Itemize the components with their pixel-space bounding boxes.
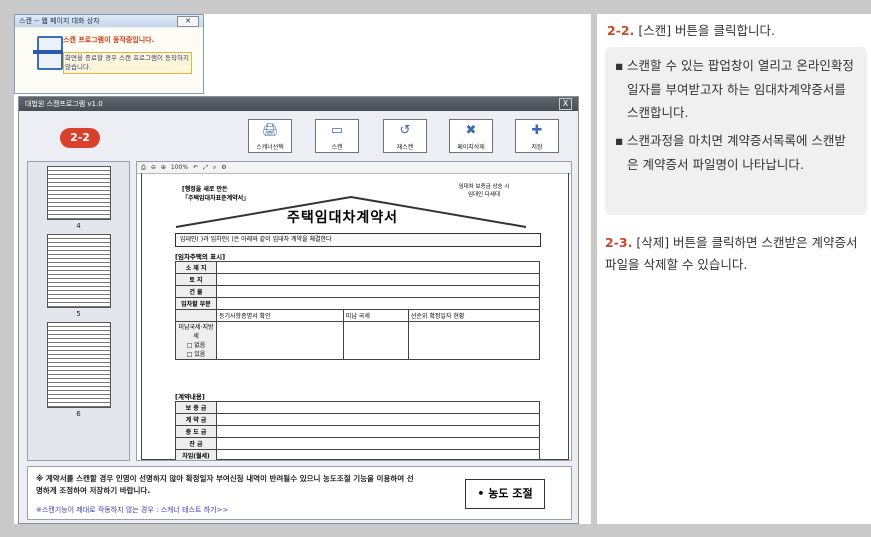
step-2-3-paragraph: 2-3. [삭제] 버튼을 클릭하면 스캔받은 계약증서 파일을 삭제할 수 있… (605, 232, 869, 276)
doc-section-title: [계약내용] (175, 393, 205, 401)
scan-button[interactable]: ▭ 스캔 (315, 119, 359, 153)
bullet-dot-icon: ▪ (615, 58, 624, 73)
popup-titlebar: 스캔 -- 웹 페이지 대화 상자 ✕ (15, 15, 203, 27)
toolbar-label: 페이지삭제 (457, 144, 485, 151)
zoom-out-icon[interactable]: ⊖ (151, 164, 156, 171)
document-preview[interactable]: ⎙ ⊖ ⊕ 100% ↶ ⤢ ⌕ ⚙ [행정을 새로 만든 「주택임대차표준계약… (136, 161, 572, 461)
thumbnail-number: 5 (76, 310, 81, 318)
density-adjust-button[interactable]: • 농도 조절 (465, 479, 545, 509)
window-close-button[interactable]: X (559, 98, 572, 110)
doc-section-title: [임차주택의 표시] (175, 253, 226, 261)
step-number: 2-2. (607, 23, 635, 38)
zoom-in-icon[interactable]: ⊕ (161, 164, 166, 171)
doc-title: 주택임대차계약서 (287, 210, 399, 226)
toolbar-label: 재스캔 (396, 144, 414, 151)
step-2-2-heading: 2-2. [스캔] 버튼을 클릭합니다. (607, 20, 775, 39)
notice-panel: ※ 계약서를 스캔할 경우 인영이 선명하지 않아 확정일자 부여신청 내역이 … (27, 466, 572, 520)
save-icon: ✚ (531, 123, 543, 138)
instruction-panel: 2-2. [스캔] 버튼을 클릭합니다. ▪ 스캔할 수 있는 팝업창이 열리고… (597, 14, 871, 524)
step-text: [삭제] 버튼을 클릭하면 스캔받은 계약증서 파일을 삭제할 수 있습니다. (605, 235, 858, 272)
page-thumbnail[interactable] (46, 234, 111, 308)
bullet-item: ▪ 스캔할 수 있는 팝업창이 열리고 온라인확정일자를 부여받고자 하는 임대… (615, 54, 857, 125)
fit-icon[interactable]: ⤢ (203, 164, 208, 172)
scanner-test-link[interactable]: ※스캔기능이 제대로 작동하지 않는 경우 : 스캐너 테스트 하기>> (36, 505, 228, 515)
save-button[interactable]: ✚ 저장 (515, 119, 559, 153)
zoom-level[interactable]: 100% (171, 164, 188, 171)
toolbar-label: 스캐너선택 (256, 144, 284, 151)
page-thumbnail-list[interactable]: 4 5 6 (27, 161, 130, 461)
page-delete-button[interactable]: ✖ 페이지삭제 (449, 119, 493, 153)
popup-warning-text: 화면을 종료할 경우 스캔 프로그램이 동작하지 않습니다. (63, 52, 192, 74)
thumbnail-number: 6 (76, 410, 81, 418)
step-number: 2-3. (605, 235, 633, 250)
scanner-select-icon: 🖨 (262, 123, 279, 138)
settings-icon[interactable]: ⚙ (221, 164, 226, 171)
bullet-item: ▪ 스캔과정을 마치면 계약증서목록에 스캔받은 계약증서 파일명이 나타납니다… (615, 129, 857, 176)
step-text: [스캔] 버튼을 클릭합니다. (638, 23, 776, 38)
rescan-button[interactable]: ↺ 재스캔 (383, 119, 427, 153)
scan-program-window: 대법원 스캔프로그램 v1.0 X 2-2 🖨 스캐너선택 ▭ 스캔 ↺ 재스캔… (18, 96, 579, 524)
popup-title: 스캔 -- 웹 페이지 대화 상자 (19, 17, 100, 25)
scan-icon: ▭ (330, 123, 344, 138)
contract-terms-table: 보 증 금 계 약 금 중 도 금 잔 금 차임(월세) (175, 401, 540, 460)
popup-status-text: 스캔 프로그램이 동작중입니다. (63, 36, 155, 44)
toolbar-label: 스캔 (331, 144, 343, 151)
page-thumbnail[interactable] (46, 322, 111, 408)
contract-document: [행정을 새로 만든 「주택임대차표준계약서」 임대차 보증금 상승 시 임대인… (141, 173, 569, 460)
bullet-box: ▪ 스캔할 수 있는 팝업창이 열리고 온라인확정일자를 부여받고자 하는 임대… (605, 47, 867, 215)
rescan-icon: ↺ (399, 123, 411, 138)
toolbar-label: 저장 (531, 144, 543, 151)
page-thumbnail[interactable] (46, 166, 111, 220)
popup-body: 스캔 프로그램이 동작중입니다. 화면을 종료할 경우 스캔 프로그램이 동작하… (15, 28, 203, 93)
notice-text: ※ 계약서를 스캔할 경우 인영이 선명하지 않아 확정일자 부여신청 내역이 … (36, 474, 414, 495)
scan-popup-dialog: 스캔 -- 웹 페이지 대화 상자 ✕ 스캔 프로그램이 동작중입니다. 화면을… (14, 14, 204, 94)
window-titlebar: 대법원 스캔프로그램 v1.0 X (19, 97, 578, 111)
print-icon[interactable]: ⎙ (141, 164, 146, 172)
doc-stamp: 임대차 보증금 상승 시 임대인 다세대 (458, 184, 510, 198)
thumbnail-number: 4 (76, 222, 81, 230)
scanner-select-button[interactable]: 🖨 스캐너선택 (248, 119, 292, 153)
bullet-dot-icon: ▪ (615, 133, 624, 148)
property-table: 소 재 지 토 지 건 물 임차할 부분 등기사항증명서 확인 미납 국세 선순위 … (175, 261, 541, 360)
window-title: 대법원 스캔프로그램 v1.0 (25, 100, 103, 108)
rotate-icon[interactable]: ↶ (193, 164, 198, 171)
scanner-icon (33, 36, 63, 70)
page-delete-icon: ✖ (465, 123, 477, 138)
doc-header: [행정을 새로 만든 「주택임대차표준계약서」 (182, 186, 250, 202)
doc-intro: 임대인( )과 임차인( )은 아래와 같이 임대차 계약을 체결한다 (175, 233, 541, 247)
search-icon[interactable]: ⌕ (213, 164, 216, 172)
popup-close-button[interactable]: ✕ (177, 15, 199, 27)
step-badge: 2-2 (60, 128, 100, 148)
